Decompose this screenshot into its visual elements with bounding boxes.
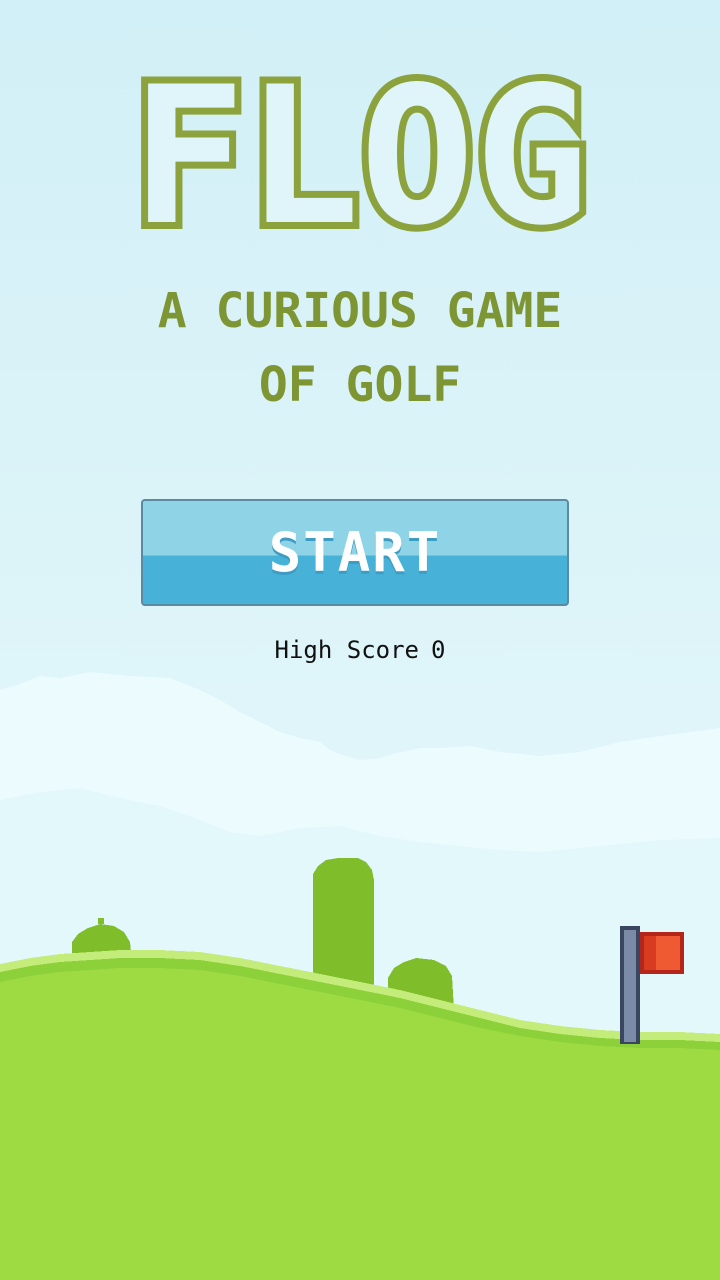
subtitle-line-2: OF GOLF — [258, 357, 462, 413]
high-score: High Score 0 — [0, 636, 720, 664]
high-score-label: High Score — [274, 636, 420, 664]
high-score-value: 0 — [431, 636, 446, 664]
game-scene: FLOG A CURIOUS GAME OF GOLF START High S… — [0, 0, 720, 1280]
start-button-label: START — [268, 521, 442, 584]
bush-left-sprout — [98, 918, 104, 924]
start-button[interactable]: START — [141, 499, 569, 606]
tall-bush — [313, 858, 374, 990]
game-title-logo: FLOG — [124, 46, 596, 267]
subtitle-line-1: A CURIOUS GAME — [157, 283, 563, 339]
